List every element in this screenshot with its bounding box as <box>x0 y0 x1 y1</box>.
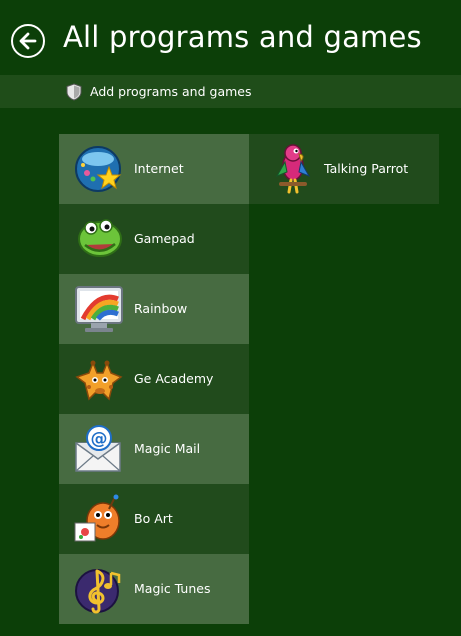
tile-magic-mail[interactable]: @ Magic Mail <box>59 414 249 484</box>
tile-label: Talking Parrot <box>324 161 409 176</box>
tile-gamepad[interactable]: Gamepad <box>59 204 249 274</box>
envelope-at-icon: @ <box>75 425 121 472</box>
shield-icon <box>66 83 82 101</box>
tile-internet[interactable]: Internet <box>59 134 249 204</box>
rainbow-monitor-icon <box>75 286 123 332</box>
tile-label: Internet <box>134 161 184 176</box>
tile-magic-tunes[interactable]: Magic Tunes <box>59 554 249 624</box>
paint-creature-icon <box>74 494 120 542</box>
header: All programs and games <box>0 0 461 76</box>
tile-label: Rainbow <box>134 301 188 316</box>
back-arrow-icon <box>19 32 37 50</box>
tile-talking-parrot[interactable]: Talking Parrot <box>249 134 439 204</box>
svg-text:@: @ <box>91 429 108 449</box>
page-title: All programs and games <box>63 20 422 54</box>
globe-star-icon <box>75 146 122 192</box>
tile-label: Magic Tunes <box>134 581 211 596</box>
add-programs-bar[interactable]: Add programs and games <box>0 75 461 108</box>
parrot-icon <box>275 144 311 194</box>
add-programs-label: Add programs and games <box>90 84 252 99</box>
tile-bo-art[interactable]: Bo Art <box>59 484 249 554</box>
tile-label: Ge Academy <box>134 371 214 386</box>
treble-clef-icon <box>75 569 121 614</box>
tile-rainbow[interactable]: Rainbow <box>59 274 249 344</box>
back-button[interactable] <box>11 24 45 58</box>
tile-label: Gamepad <box>134 231 195 246</box>
tile-label: Bo Art <box>134 511 173 526</box>
snake-icon <box>78 219 122 257</box>
tile-ge-academy[interactable]: Ge Academy <box>59 344 249 414</box>
giraffe-icon <box>75 360 123 401</box>
tile-label: Magic Mail <box>134 441 201 456</box>
